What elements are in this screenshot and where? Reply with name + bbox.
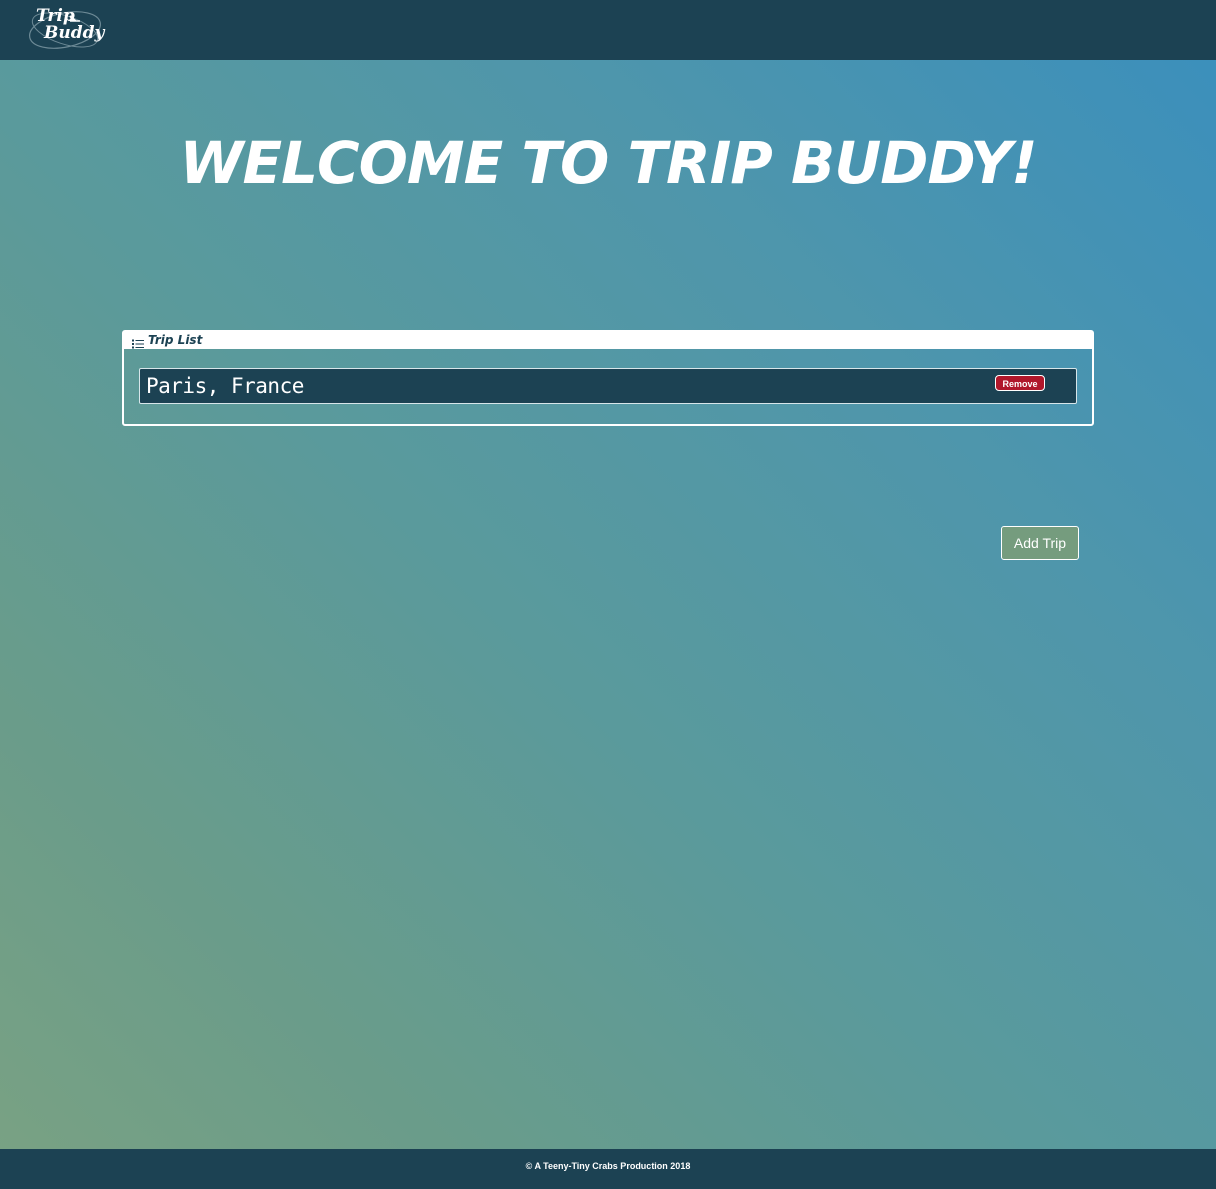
page-title: WELCOME TO TRIP BUDDY! <box>179 129 1037 197</box>
trip-name: Paris, France <box>146 374 304 398</box>
trip-list-header: Trip List <box>124 332 1092 349</box>
footer: © A Teeny-Tiny Crabs Production 2018 <box>0 1149 1216 1189</box>
remove-trip-button[interactable]: Remove <box>995 375 1045 391</box>
footer-copyright: © A Teeny-Tiny Crabs Production 2018 <box>525 1161 691 1171</box>
trip-list-panel: Trip List Paris, France Remove <box>122 330 1094 426</box>
add-trip-button[interactable]: Add Trip <box>1001 526 1079 560</box>
trip-list-title: Trip List <box>148 333 203 347</box>
list-icon <box>132 336 144 348</box>
navbar <box>0 0 1216 60</box>
trip-list-item[interactable]: Paris, France Remove <box>139 368 1077 404</box>
logo-wordmark: Trip Buddy <box>36 8 105 52</box>
logo-line-buddy: Buddy <box>44 23 105 43</box>
